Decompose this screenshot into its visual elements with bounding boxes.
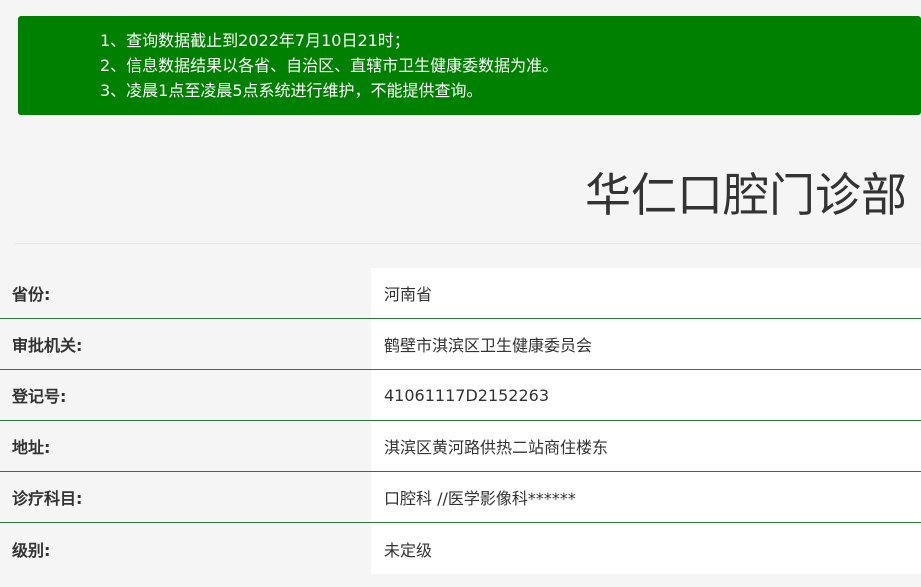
departments-label: 诊疗科目:: [0, 472, 371, 522]
address-value: 淇滨区黄河路供热二站商住楼东: [371, 421, 921, 471]
table-row-level: 级别: 未定级: [0, 523, 921, 574]
table-row-authority: 审批机关: 鹤壁市淇滨区卫生健康委员会: [0, 319, 921, 370]
level-label: 级别:: [0, 523, 371, 574]
authority-label: 审批机关:: [0, 319, 371, 369]
table-row-departments: 诊疗科目: 口腔科 //医学影像科******: [0, 472, 921, 523]
table-row-address: 地址: 淇滨区黄河路供热二站商住楼东: [0, 421, 921, 472]
table-row-province: 省份: 河南省: [0, 268, 921, 319]
notice-line-1: 1、查询数据截止到2022年7月10日21时；: [100, 31, 410, 50]
authority-value: 鹤壁市淇滨区卫生健康委员会: [371, 319, 921, 369]
registration-label: 登记号:: [0, 370, 371, 420]
province-value: 河南省: [371, 268, 921, 318]
registration-value: 41061117D2152263: [371, 370, 921, 420]
page-title: 华仁口腔门诊部: [585, 168, 907, 222]
address-label: 地址:: [0, 421, 371, 471]
info-table: 省份: 河南省 审批机关: 鹤壁市淇滨区卫生健康委员会 登记号: 4106111…: [0, 268, 921, 574]
notice-line-3: 3、凌晨1点至凌晨5点系统进行维护，不能提供查询。: [100, 81, 483, 100]
table-row-registration: 登记号: 41061117D2152263: [0, 370, 921, 421]
level-value: 未定级: [371, 523, 921, 574]
notice-line-2: 2、信息数据结果以各省、自治区、直辖市卫生健康委数据为准。: [100, 56, 559, 75]
title-area: 华仁口腔门诊部: [15, 115, 921, 244]
departments-value: 口腔科 //医学影像科******: [371, 472, 921, 522]
notice-banner: 1、查询数据截止到2022年7月10日21时； 2、信息数据结果以各省、自治区、…: [18, 16, 921, 115]
province-label: 省份:: [0, 268, 371, 318]
